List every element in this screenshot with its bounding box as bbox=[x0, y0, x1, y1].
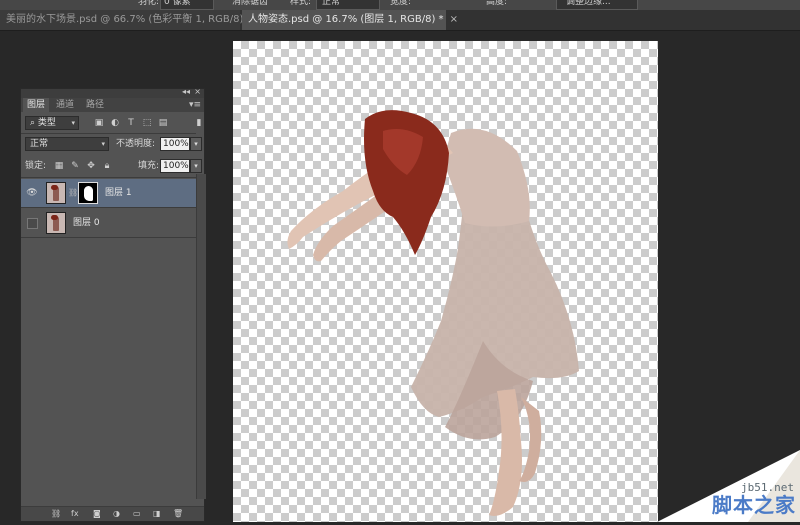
mask-icon[interactable]: ◙ bbox=[93, 507, 101, 521]
blend-mode-select[interactable]: 正常 ▾ bbox=[25, 137, 109, 151]
filter-toggle-icon[interactable]: ▮ bbox=[193, 116, 205, 130]
filter-kind-select[interactable]: ⌕ 类型 ▾ bbox=[25, 116, 79, 130]
lock-paint-icon[interactable]: ✎ bbox=[69, 159, 81, 173]
shape-filter-icon[interactable]: ⬚ bbox=[141, 116, 153, 130]
adjustment-filter-icon[interactable]: ◐ bbox=[109, 116, 121, 130]
panel-menu-icon[interactable]: ▾≡ bbox=[189, 98, 201, 112]
filter-kind-value: 类型 bbox=[37, 118, 56, 128]
chevron-down-icon: ▾ bbox=[101, 140, 105, 148]
document-canvas[interactable] bbox=[233, 41, 658, 522]
smart-object-filter-icon[interactable]: ▤ bbox=[157, 116, 169, 130]
type-filter-icon[interactable]: T bbox=[125, 116, 137, 130]
lock-all-icon[interactable]: 🔒︎ bbox=[101, 159, 113, 173]
divider bbox=[21, 133, 196, 134]
width-label: 宽度: bbox=[390, 0, 412, 7]
scrollbar[interactable] bbox=[196, 174, 206, 499]
tab-figure-pose[interactable]: 人物姿态.psd @ 16.7% (图层 1, RGB/8) * × bbox=[242, 10, 458, 30]
lock-transparency-icon[interactable]: ▦ bbox=[53, 159, 65, 173]
refine-edge-label: 调整边缘... bbox=[566, 0, 611, 7]
watermark-title: 脚本之家 bbox=[712, 493, 796, 517]
filter-row: ⌕ 类型 ▾ ▣ ◐ T ⬚ ▤ ▮ bbox=[21, 115, 204, 131]
layers-panel: ◂◂ × 图层 通道 路径 ▾≡ ⌕ 类型 ▾ ▣ ◐ T ⬚ ▤ ▮ 正常 ▾ 不… bbox=[20, 87, 206, 522]
feather-label: 羽化: bbox=[138, 0, 160, 7]
tab-channels[interactable]: 通道 bbox=[52, 98, 78, 112]
panel-tabs: 图层 通道 路径 ▾≡ bbox=[21, 98, 204, 112]
options-bar: 羽化: 0 像素 消除锯齿 样式: 正常 宽度: 高度: 调整边缘... bbox=[0, 0, 800, 10]
antialias-label[interactable]: 消除锯齿 bbox=[232, 0, 268, 8]
layer-name[interactable]: 图层 0 bbox=[73, 216, 100, 230]
style-value: 正常 bbox=[322, 0, 341, 7]
opacity-slider-toggle[interactable]: ▾ bbox=[190, 137, 202, 151]
blend-row: 正常 ▾ 不透明度: 100% ▾ bbox=[21, 137, 204, 153]
layer-row-0[interactable]: 图层 0 bbox=[21, 209, 196, 238]
link-icon[interactable]: ⛓︎ bbox=[51, 507, 61, 521]
layer-thumbnail bbox=[46, 182, 66, 204]
lock-position-icon[interactable]: ✥ bbox=[85, 159, 97, 173]
style-label: 样式: bbox=[290, 0, 312, 7]
tab-paths[interactable]: 路径 bbox=[82, 98, 108, 112]
panel-bottom-bar: ⛓︎ fx ◙ ◑ ▭ ◨ 🗑︎ bbox=[21, 506, 204, 521]
lock-label: 锁定: bbox=[25, 161, 47, 171]
fill-label: 填充: bbox=[138, 161, 160, 171]
adjustment-icon[interactable]: ◑ bbox=[113, 507, 120, 521]
folder-icon[interactable]: ▭ bbox=[133, 507, 141, 521]
fill-field[interactable]: 100% bbox=[160, 159, 190, 173]
document-tabs: 美丽的水下场景.psd @ 66.7% (色彩平衡 1, RGB/8) *× 人… bbox=[0, 10, 800, 31]
close-icon[interactable]: × bbox=[450, 14, 458, 25]
panel-titlebar[interactable]: ◂◂ × bbox=[21, 87, 204, 98]
chevron-down-icon: ▾ bbox=[71, 119, 75, 127]
visibility-toggle[interactable] bbox=[27, 218, 38, 229]
feather-value: 0 像素 bbox=[164, 0, 191, 7]
opacity-label: 不透明度: bbox=[116, 139, 156, 149]
fx-icon[interactable]: fx bbox=[71, 507, 79, 521]
layer-mask-thumbnail[interactable] bbox=[78, 182, 98, 204]
layer-row-1[interactable]: 👁︎ ⛓︎ 图层 1 bbox=[21, 179, 196, 208]
divider bbox=[21, 177, 196, 178]
height-label: 高度: bbox=[486, 0, 508, 7]
layer-name[interactable]: 图层 1 bbox=[105, 186, 132, 200]
new-layer-icon[interactable]: ◨ bbox=[153, 507, 161, 521]
search-icon: ⌕ bbox=[30, 118, 38, 128]
fill-slider-toggle[interactable]: ▾ bbox=[190, 159, 202, 173]
link-icon[interactable]: ⛓︎ bbox=[68, 188, 78, 197]
trash-icon[interactable]: 🗑︎ bbox=[173, 507, 183, 521]
pixel-filter-icon[interactable]: ▣ bbox=[93, 116, 105, 130]
lock-row: 锁定: ▦ ✎ ✥ 🔒︎ 填充: 100% ▾ bbox=[21, 159, 204, 175]
tab-label: 人物姿态.psd @ 16.7% (图层 1, RGB/8) * bbox=[248, 14, 444, 25]
tab-underwater-scene[interactable]: 美丽的水下场景.psd @ 66.7% (色彩平衡 1, RGB/8) *× bbox=[0, 10, 266, 30]
opacity-field[interactable]: 100% bbox=[160, 137, 190, 151]
tab-label: 美丽的水下场景.psd @ 66.7% (色彩平衡 1, RGB/8) * bbox=[6, 14, 252, 25]
blend-mode-value: 正常 bbox=[30, 139, 49, 149]
eye-icon[interactable]: 👁︎ bbox=[26, 187, 38, 199]
collapse-icon[interactable]: ◂◂ bbox=[182, 87, 190, 96]
close-icon[interactable]: × bbox=[194, 87, 201, 96]
watermark: jb51.net 脚本之家 bbox=[657, 450, 800, 522]
dancer-figure bbox=[287, 110, 579, 516]
layer-thumbnail bbox=[46, 212, 66, 234]
tab-layers[interactable]: 图层 bbox=[23, 98, 50, 112]
